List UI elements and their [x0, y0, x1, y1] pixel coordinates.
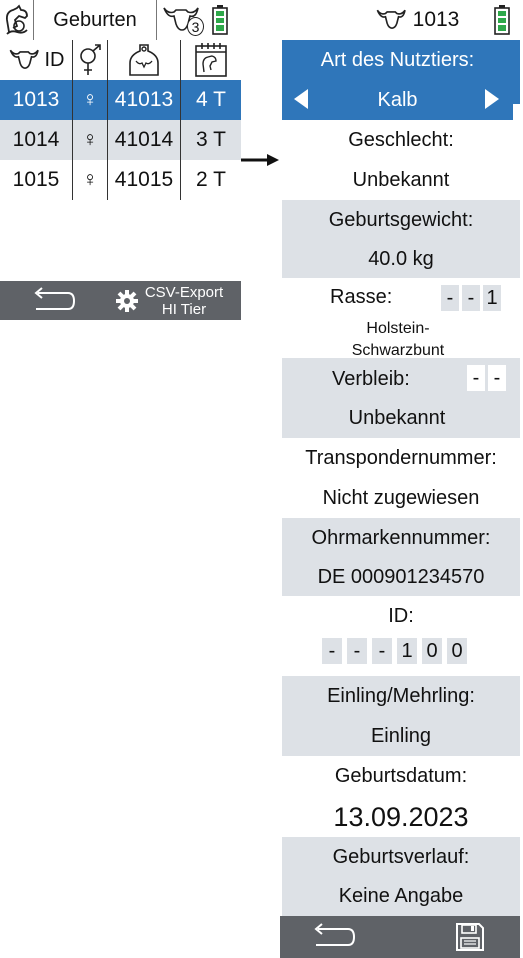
previous-arrow-icon[interactable] [292, 88, 310, 110]
breed-code-digit: 1 [483, 285, 501, 311]
next-arrow-icon[interactable] [483, 88, 501, 110]
cell-sex: ♀ [82, 128, 98, 151]
breed-code-digit: - [441, 285, 459, 311]
id-digit: - [372, 638, 392, 664]
cell-sex: ♀ [82, 88, 98, 111]
whereabouts-code-digit: - [488, 365, 506, 391]
battery-icon [210, 4, 230, 36]
table-header: ID [0, 40, 241, 80]
id-digit: 0 [422, 638, 442, 664]
animal-type-label: Art des Nutztiers: [282, 40, 513, 80]
table-row[interactable]: 1014 ♀ 41014 3 T [0, 120, 241, 160]
whereabouts-label: Verbleib: [332, 368, 410, 390]
cell-age: 3 T [196, 128, 226, 151]
ear-tag-label: Ohrmarkennummer: [282, 518, 520, 558]
birth-course-value[interactable]: Keine Angabe [282, 877, 520, 916]
breed-name-line1: Holstein- [366, 320, 430, 337]
column-divider [180, 40, 181, 200]
back-arrow-icon [308, 923, 356, 951]
gear-icon [115, 289, 139, 313]
cell-id: 1014 [12, 128, 60, 151]
breed-label: Rasse: [330, 286, 393, 308]
ear-tag-value[interactable]: DE 000901234570 [282, 558, 520, 596]
calendar-icon [194, 42, 228, 78]
csv-export-line2: HI Tier [161, 300, 207, 318]
cell-tag: 41013 [114, 88, 174, 111]
table-row[interactable]: 1013 ♀ 41013 4 T [0, 80, 241, 120]
id-digits[interactable]: - - - 1 0 0 [322, 638, 467, 664]
column-divider [107, 40, 108, 200]
csv-export-button[interactable]: CSV-Export HI Tier [104, 281, 234, 320]
cow-head-icon [8, 47, 42, 73]
sex-value[interactable]: Unbekannt [282, 160, 520, 200]
table-row[interactable]: 1015 ♀ 41015 2 T [0, 160, 241, 200]
birth-weight-label: Geburtsgewicht: [282, 200, 520, 240]
cow-birth-icon [3, 4, 31, 36]
column-header-age[interactable] [181, 40, 241, 80]
breed-code-digit: - [462, 285, 480, 311]
transponder-label: Transpondernummer: [305, 446, 497, 469]
cell-age: 2 T [196, 168, 226, 191]
id-digit: 1 [397, 638, 417, 664]
cell-id: 1015 [12, 168, 60, 191]
breed-name: Holstein- Schwarzbunt [282, 318, 514, 362]
breed-code[interactable]: - - 1 [441, 285, 501, 311]
cell-tag: 41015 [114, 168, 174, 191]
id-label: ID: [388, 604, 414, 627]
id-digit: - [322, 638, 342, 664]
herd-indicator[interactable]: 3 [157, 0, 207, 40]
back-button[interactable] [20, 281, 84, 320]
cow-head-icon [375, 7, 409, 33]
back-button[interactable] [300, 916, 364, 958]
cell-id: 1013 [12, 88, 60, 111]
birth-course-label: Geburtsverlauf: [282, 837, 520, 877]
column-header-id[interactable]: ID [0, 40, 72, 80]
id-digit: - [347, 638, 367, 664]
gender-icon [77, 43, 103, 77]
column-header-tag[interactable] [108, 40, 180, 80]
animal-type-value: Kalb [377, 88, 418, 111]
birth-icon-cell [0, 0, 34, 40]
column-header-sex[interactable] [73, 40, 107, 80]
whereabouts-code[interactable]: - - [467, 365, 506, 391]
save-button[interactable] [450, 916, 490, 958]
scrollbar-thumb[interactable] [513, 40, 520, 104]
right-topbar: 1013 [282, 0, 520, 40]
transition-arrow-icon [241, 152, 281, 168]
cell-age: 4 T [196, 88, 226, 111]
cell-sex: ♀ [82, 168, 98, 191]
right-bottom-bar [280, 916, 520, 958]
breed-field[interactable]: Rasse: - - 1 Holstein- Schwarzbunt [282, 280, 520, 359]
birth-type-value[interactable]: Einling [282, 716, 520, 756]
battery-icon [492, 4, 512, 36]
left-topbar: Geburten 3 [0, 0, 241, 40]
animal-id-header: 1013 [362, 0, 472, 40]
whereabouts-field[interactable]: Verbleib: - - Unbekannt [282, 358, 520, 438]
sex-label: Geschlecht: [348, 128, 454, 151]
save-icon [455, 922, 485, 952]
csv-export-line1: CSV-Export [144, 283, 224, 301]
column-header-id-label: ID [44, 48, 65, 71]
column-divider [72, 40, 73, 200]
birth-date-value[interactable]: 13.09.2023 [282, 796, 520, 838]
birth-weight-value[interactable]: 40.0 kg [282, 240, 520, 278]
transponder-value[interactable]: Nicht zugewiesen [282, 478, 520, 518]
left-bottom-bar: CSV-Export HI Tier [0, 281, 241, 320]
left-screen: Geburten 3 ID 1013 ♀ 41013 4 T 1014 ♀ 41… [0, 0, 241, 320]
birth-date-label: Geburtsdatum: [334, 764, 468, 787]
back-arrow-icon [28, 286, 76, 315]
herd-count: 3 [187, 17, 204, 36]
whereabouts-code-digit: - [467, 365, 485, 391]
animal-id-value: 1013 [412, 8, 460, 31]
page-title: Geburten [34, 0, 157, 40]
animal-type-selector[interactable]: Kalb [282, 80, 513, 120]
ear-tag-icon [128, 43, 160, 77]
birth-type-label: Einling/Mehrling: [282, 676, 520, 716]
whereabouts-value: Unbekannt [348, 406, 446, 429]
cell-tag: 41014 [114, 128, 174, 151]
csv-export-label: CSV-Export HI Tier [145, 284, 223, 318]
id-digit: 0 [447, 638, 467, 664]
